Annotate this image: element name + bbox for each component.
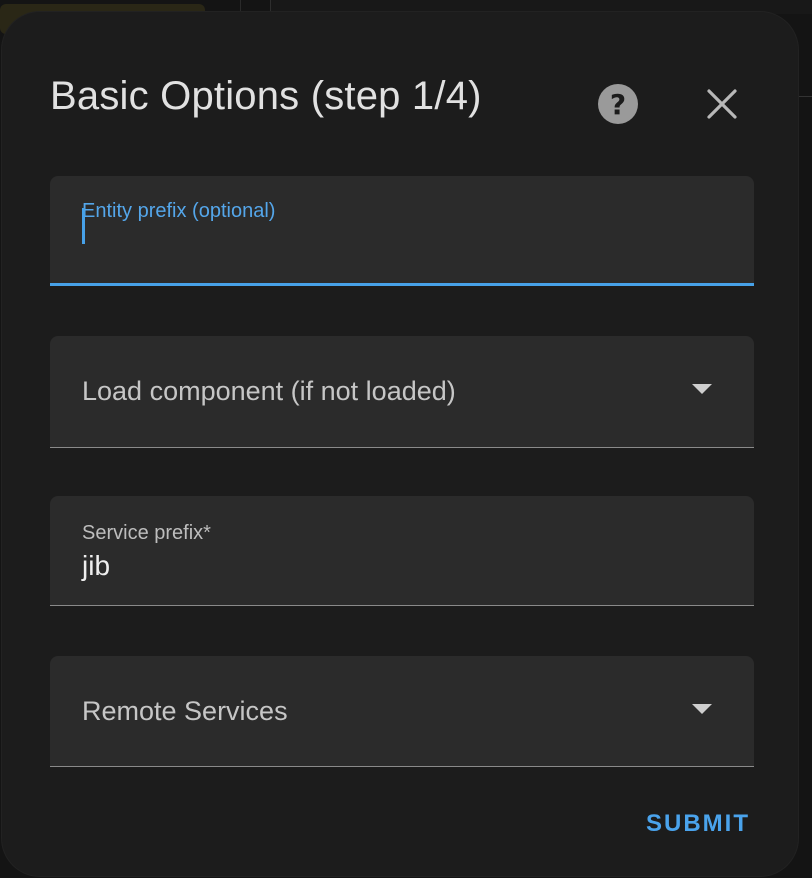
text-caret [82, 208, 85, 244]
entity-prefix-label: Entity prefix (optional) [82, 200, 276, 222]
service-prefix-label: Service prefix* [82, 522, 211, 544]
entity-prefix-field[interactable]: Entity prefix (optional) [50, 176, 754, 286]
remote-services-label: Remote Services [82, 696, 288, 726]
dialog-title: Basic Options (step 1/4) [50, 74, 482, 118]
service-prefix-value: jib [82, 550, 111, 581]
service-prefix-field[interactable]: Service prefix* jib [50, 496, 754, 606]
chevron-down-icon [692, 384, 712, 394]
options-dialog: Basic Options (step 1/4) ? Entity prefix… [2, 12, 798, 876]
load-component-label: Load component (if not loaded) [82, 376, 456, 406]
submit-button[interactable]: SUBMIT [640, 806, 756, 842]
background-line [796, 96, 812, 97]
help-button[interactable]: ? [598, 84, 638, 124]
close-icon [707, 89, 737, 119]
chevron-down-icon [692, 704, 712, 714]
remote-services-select[interactable]: Remote Services [50, 656, 754, 767]
close-button[interactable] [702, 84, 742, 124]
question-circle-icon: ? [609, 87, 627, 121]
load-component-select[interactable]: Load component (if not loaded) [50, 336, 754, 448]
